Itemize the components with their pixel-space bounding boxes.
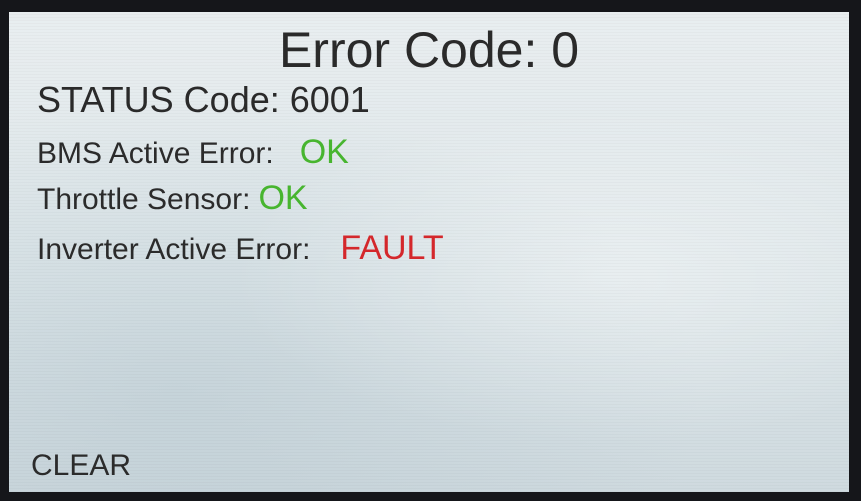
bms-active-error-label: BMS Active Error:	[37, 137, 274, 170]
throttle-sensor-label: Throttle Sensor:	[37, 183, 251, 216]
device-bezel: Error Code: 0 STATUS Code: 6001 BMS Acti…	[0, 0, 861, 501]
bms-active-error-value: OK	[299, 133, 349, 171]
inverter-active-error-row: Inverter Active Error: FAULT	[37, 230, 444, 268]
lcd-screen: Error Code: 0 STATUS Code: 6001 BMS Acti…	[9, 12, 849, 492]
throttle-sensor-value: OK	[258, 179, 308, 217]
bms-active-error-row: BMS Active Error: OK	[37, 134, 349, 172]
throttle-sensor-row: Throttle Sensor: OK	[37, 180, 308, 218]
inverter-active-error-value: FAULT	[340, 229, 444, 267]
error-code-title: Error Code: 0	[278, 22, 580, 78]
inverter-active-error-label: Inverter Active Error:	[37, 233, 311, 266]
status-code: STATUS Code: 6001	[37, 79, 370, 120]
clear-button[interactable]: CLEAR	[31, 448, 131, 484]
